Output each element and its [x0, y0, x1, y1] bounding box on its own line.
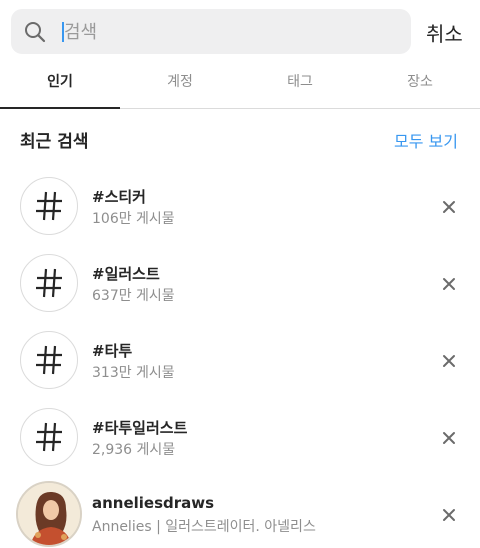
search-tabs: 인기 계정 태그 장소 [0, 64, 480, 109]
see-all-link[interactable]: 모두 보기 [394, 128, 458, 152]
item-title: #타투일러스트 [92, 419, 188, 437]
tab-tags[interactable]: 태그 [240, 64, 360, 108]
hashtag-icon-circle [20, 408, 78, 466]
hashtag-icon [36, 268, 62, 298]
active-tab-indicator [0, 107, 120, 109]
hashtag-icon-circle [20, 331, 78, 389]
close-icon[interactable] [441, 430, 457, 446]
hashtag-icon-circle [20, 254, 78, 312]
item-subtitle: 106만 게시물 [92, 211, 175, 227]
search-icon [24, 21, 46, 43]
tab-top[interactable]: 인기 [0, 64, 120, 108]
hashtag-icon [36, 422, 62, 452]
close-icon[interactable] [441, 276, 457, 292]
hashtag-icon [36, 191, 62, 221]
recent-search-account-item[interactable]: anneliesdraws Annelies | 일러스트레이터. 아넬리스 [0, 481, 480, 548]
tab-accounts[interactable]: 계정 [120, 64, 240, 108]
close-icon[interactable] [441, 353, 457, 369]
recent-searches-title: 최근 검색 [20, 132, 89, 152]
tab-places[interactable]: 장소 [360, 64, 480, 108]
item-subtitle: Annelies | 일러스트레이터. 아넬리스 [92, 519, 316, 535]
recent-search-item[interactable]: #타투 313만 게시물 [0, 331, 480, 407]
item-subtitle: 637만 게시물 [92, 288, 175, 304]
search-input[interactable] [64, 19, 384, 45]
close-icon[interactable] [441, 199, 457, 215]
recent-search-item[interactable]: #스티커 106만 게시물 [0, 177, 480, 253]
recent-search-item[interactable]: #타투일러스트 2,936 게시물 [0, 408, 480, 484]
search-header: 취소 [0, 0, 480, 64]
search-box[interactable] [11, 9, 411, 54]
item-subtitle: 313만 게시물 [92, 365, 175, 381]
cancel-button[interactable]: 취소 [426, 18, 463, 47]
item-title: #타투 [92, 342, 133, 360]
item-title: #스티커 [92, 188, 146, 206]
item-subtitle: 2,936 게시물 [92, 442, 176, 458]
recent-search-item[interactable]: #일러스트 637만 게시물 [0, 254, 480, 330]
hashtag-icon [36, 345, 62, 375]
avatar [16, 481, 82, 547]
item-title: anneliesdraws [92, 494, 215, 512]
close-icon[interactable] [441, 507, 457, 523]
item-title: #일러스트 [92, 265, 160, 283]
hashtag-icon-circle [20, 177, 78, 235]
